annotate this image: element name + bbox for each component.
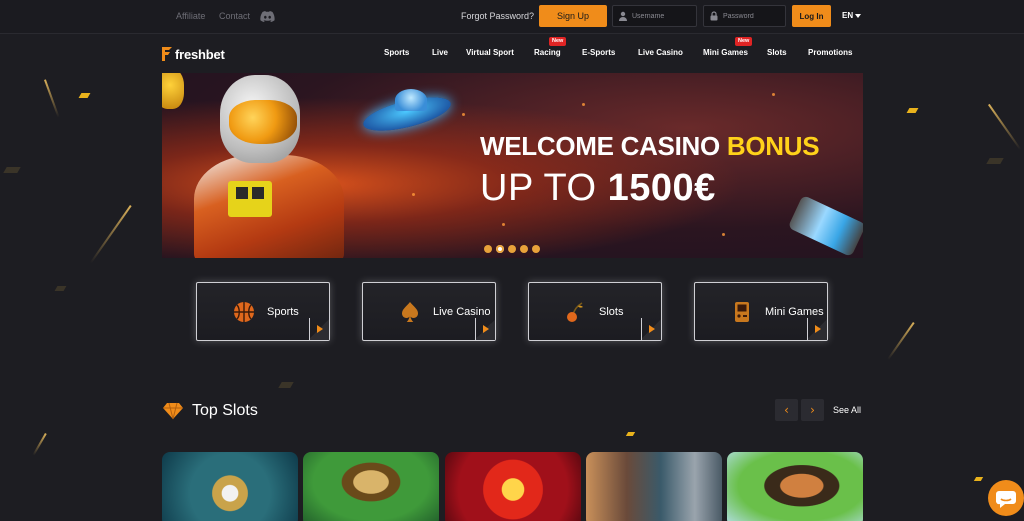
logo-mark-icon (162, 47, 172, 61)
decorative-streak (988, 103, 1022, 151)
discord-icon[interactable] (260, 10, 275, 22)
decorative-streak (887, 322, 915, 361)
astronaut-visor-image (229, 100, 297, 144)
chat-bubble-icon (995, 491, 1016, 508)
spark-particle (462, 113, 465, 116)
play-arrow-icon (317, 325, 323, 333)
decorative-chip (625, 432, 636, 436)
logo-text: freshbet (175, 46, 225, 62)
nav-live-casino[interactable]: Live Casino (638, 48, 683, 57)
username-input[interactable] (632, 10, 692, 23)
nav-e-sports[interactable]: E-Sports (582, 48, 615, 57)
decorative-chip (78, 93, 91, 98)
category-label: Live Casino (433, 306, 491, 318)
basketball-icon (234, 302, 254, 322)
laser-cannon-image (787, 194, 863, 258)
slots-next-button[interactable]: › (801, 399, 824, 421)
hero-banner[interactable]: WELCOME CASINO BONUS UP TO 1500€ (162, 73, 863, 258)
log-in-button[interactable]: Log In (792, 5, 831, 27)
sign-up-button[interactable]: Sign Up (539, 5, 607, 27)
affiliate-link[interactable]: Affiliate (176, 11, 205, 21)
carousel-dot[interactable] (532, 245, 540, 253)
language-label: EN (842, 11, 854, 20)
nav-sports[interactable]: Sports (384, 48, 409, 57)
language-selector[interactable]: EN (842, 11, 862, 20)
slot-card-pirate[interactable] (727, 452, 863, 521)
spade-icon (402, 302, 418, 322)
decorative-chip (278, 382, 294, 388)
password-input[interactable] (723, 10, 783, 23)
nav-slots[interactable]: Slots (767, 48, 787, 57)
category-tile-live-casino[interactable]: Live Casino (362, 282, 496, 341)
user-icon (619, 11, 627, 21)
hero-subheadline-prefix: UP TO (480, 167, 597, 209)
new-badge: New (549, 37, 567, 46)
decorative-chip (986, 158, 1004, 164)
carousel-dot[interactable] (520, 245, 528, 253)
new-badge: New (735, 37, 753, 46)
live-chat-button[interactable] (988, 480, 1024, 516)
chevron-down-icon (855, 13, 862, 18)
spark-particle (722, 233, 725, 236)
nav-live[interactable]: Live (432, 48, 448, 57)
decorative-chip (973, 477, 984, 481)
spark-particle (772, 93, 775, 96)
play-arrow-icon (483, 325, 489, 333)
lock-icon (710, 11, 718, 21)
gem-icon (163, 402, 183, 420)
play-arrow-icon (815, 325, 821, 333)
ufo-dome-image (395, 89, 427, 111)
forgot-password-link[interactable]: Forgot Password? (461, 11, 534, 21)
spark-particle (582, 103, 585, 106)
slot-card-sevens[interactable] (445, 452, 581, 521)
hero-bonus-amount: 1500€ (607, 167, 716, 209)
top-slots-title: Top Slots (192, 402, 258, 419)
carousel-dot[interactable] (496, 245, 504, 253)
decorative-chip (54, 286, 67, 291)
category-label: Sports (267, 306, 299, 318)
category-label: Mini Games (765, 306, 824, 318)
category-label: Slots (599, 306, 624, 318)
decorative-chip (906, 108, 919, 113)
arcade-icon (735, 302, 749, 322)
nav-mini-games[interactable]: Mini Games (703, 48, 748, 57)
hero-headline-bonus: BONUS (726, 131, 820, 161)
nav-virtual-sport[interactable]: Virtual Sport (466, 48, 514, 57)
astronaut-chest-detail (236, 187, 248, 199)
carousel-dot[interactable] (508, 245, 516, 253)
decorative-chip (3, 167, 21, 173)
decorative-streak (44, 79, 60, 118)
carousel-dot[interactable] (484, 245, 492, 253)
category-tile-slots[interactable]: Slots (528, 282, 662, 341)
hero-headline-prefix: WELCOME CASINO (480, 131, 720, 161)
gold-coin-image (162, 73, 184, 109)
see-all-link[interactable]: See All (833, 405, 861, 415)
slots-prev-button[interactable]: ‹ (775, 399, 798, 421)
decorative-streak (32, 433, 47, 456)
nav-racing[interactable]: Racing (534, 48, 561, 57)
username-field[interactable] (612, 5, 697, 27)
carousel-dots (484, 245, 540, 253)
password-field[interactable] (703, 5, 786, 27)
slot-card-tiki[interactable] (303, 452, 439, 521)
spark-particle (502, 223, 505, 226)
hero-headline: WELCOME CASINO BONUS (480, 131, 820, 162)
play-arrow-icon (649, 325, 655, 333)
decorative-streak (89, 205, 132, 264)
slot-card-vikings[interactable] (586, 452, 722, 521)
contact-link[interactable]: Contact (219, 11, 250, 21)
freshbet-logo[interactable]: freshbet (162, 46, 225, 62)
category-tile-sports[interactable]: Sports (196, 282, 330, 341)
hero-subheadline: UP TO 1500€ (480, 167, 716, 210)
top-bar: Affiliate Contact Forgot Password? Sign … (0, 0, 1024, 34)
astronaut-chest-detail (252, 187, 264, 199)
astronaut-chest-panel (228, 181, 272, 217)
cherry-icon (567, 302, 583, 322)
category-tile-mini-games[interactable]: Mini Games (694, 282, 828, 341)
spark-particle (412, 193, 415, 196)
slot-card-pearl[interactable] (162, 452, 298, 521)
nav-promotions[interactable]: Promotions (808, 48, 852, 57)
